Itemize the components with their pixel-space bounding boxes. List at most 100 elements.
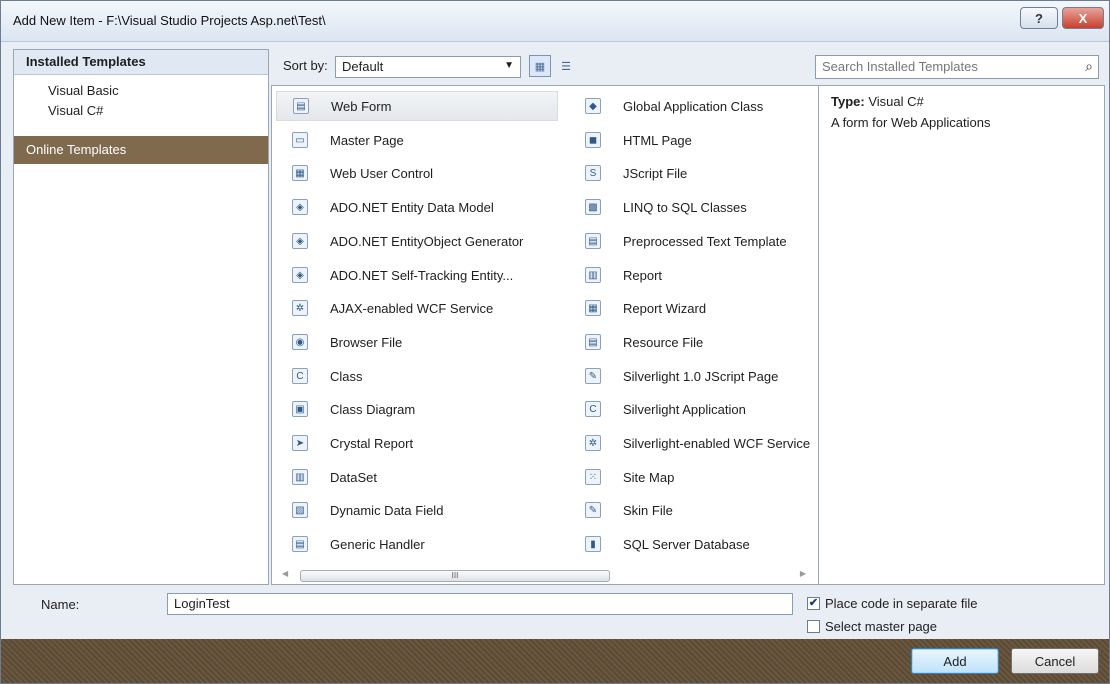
template-label: Generic Handler — [330, 536, 425, 552]
template-label: Master Page — [330, 132, 404, 148]
template-item[interactable]: ◆ Global Application Class — [569, 91, 851, 121]
template-item[interactable]: ▥ Report — [569, 260, 851, 290]
template-item[interactable]: ▦ Web User Control — [276, 158, 558, 188]
template-label: Silverlight Application — [623, 401, 746, 417]
sidebar-item-visual-csharp[interactable]: Visual C# — [14, 101, 268, 121]
template-item[interactable]: ▧ Dynamic Data Field — [276, 495, 558, 525]
dynamic-data-field-icon: ▧ — [292, 502, 308, 518]
search-icon[interactable]: ⌕ — [1085, 58, 1093, 75]
sort-toolbar: Sort by: Default ▼ ▦ ☰ — [271, 49, 811, 85]
search-input[interactable]: Search Installed Templates ⌕ — [815, 55, 1099, 79]
report-wizard-icon: ▦ — [585, 300, 601, 316]
template-label: Preprocessed Text Template — [623, 233, 787, 249]
template-item[interactable]: ◈ ADO.NET EntityObject Generator — [276, 226, 558, 256]
template-item[interactable]: ▥ DataSet — [276, 462, 558, 492]
site-map-icon: ⁙ — [585, 469, 601, 485]
template-item[interactable]: C Silverlight Application — [569, 394, 851, 424]
template-item[interactable]: ▣ Class Diagram — [276, 394, 558, 424]
add-button[interactable]: Add — [911, 648, 999, 674]
name-area: Name: LoginTest ✔ Place code in separate… — [1, 587, 1109, 639]
list-view-button[interactable]: ☰ — [555, 55, 577, 77]
template-label: JScript File — [623, 165, 688, 181]
template-item[interactable]: ✎ Silverlight 1.0 JScript Page — [569, 361, 851, 391]
template-label: Resource File — [623, 334, 704, 350]
wcf-service-icon: ✲ — [292, 300, 308, 316]
template-item[interactable]: ▮ SQL Server Database — [569, 529, 851, 559]
dataset-icon: ▥ — [292, 469, 308, 485]
template-label: Silverlight-enabled WCF Service — [623, 435, 811, 451]
type-row: Type: Visual C# — [831, 94, 1092, 109]
crystal-report-icon: ➤ — [292, 435, 308, 451]
installed-templates-header[interactable]: Installed Templates — [14, 50, 268, 75]
template-label: ADO.NET EntityObject Generator — [330, 233, 524, 249]
template-item[interactable]: ▦ Report Wizard — [569, 293, 851, 323]
close-button[interactable]: X — [1062, 7, 1104, 29]
window-title: Add New Item - F:\Visual Studio Projects… — [13, 13, 326, 28]
horizontal-scrollbar[interactable]: ◀ III ▶ — [280, 569, 808, 583]
template-label: Crystal Report — [330, 435, 414, 451]
master-page-checkbox[interactable] — [807, 620, 820, 633]
template-item[interactable]: ▤ Preprocessed Text Template — [569, 226, 851, 256]
template-label: Browser File — [330, 334, 403, 350]
template-item[interactable]: ▤ Web Form — [276, 91, 558, 121]
master-page-icon: ▭ — [292, 132, 308, 148]
master-page-option[interactable]: Select master page — [807, 619, 937, 634]
template-item[interactable]: S JScript File — [569, 158, 851, 188]
online-templates-header[interactable]: Online Templates — [14, 136, 268, 164]
help-button[interactable]: ? — [1020, 7, 1058, 29]
scrollbar-thumb[interactable]: III — [300, 570, 610, 582]
template-item[interactable]: ◉ Browser File — [276, 327, 558, 357]
silverlight-jscript-icon: ✎ — [585, 368, 601, 384]
jscript-file-icon: S — [585, 165, 601, 181]
template-label: ADO.NET Self-Tracking Entity... — [330, 267, 514, 283]
sidebar-item-visual-basic[interactable]: Visual Basic — [14, 81, 268, 101]
silverlight-application-icon: C — [585, 401, 601, 417]
template-label: Site Map — [623, 469, 675, 485]
template-item[interactable]: ▭ Master Page — [276, 125, 558, 155]
template-label: Web Form — [331, 98, 392, 114]
type-label: Type: — [831, 94, 865, 109]
search-placeholder: Search Installed Templates — [822, 59, 978, 74]
list-view-icon: ☰ — [561, 60, 571, 73]
template-item[interactable]: ➤ Crystal Report — [276, 428, 558, 458]
cancel-button[interactable]: Cancel — [1011, 648, 1099, 674]
template-label: Silverlight 1.0 JScript Page — [623, 368, 779, 384]
entity-data-model-icon: ◈ — [292, 199, 308, 215]
template-item[interactable]: ▤ Generic Handler — [276, 529, 558, 559]
sort-label: Sort by: — [283, 58, 328, 73]
template-item[interactable]: ⁙ Site Map — [569, 462, 851, 492]
close-icon: X — [1078, 10, 1088, 26]
help-icon: ? — [1035, 10, 1043, 26]
sort-select[interactable]: Default ▼ — [335, 56, 521, 78]
template-item[interactable]: ▤ Resource File — [569, 327, 851, 357]
entity-generator-icon: ◈ — [292, 233, 308, 249]
template-item[interactable]: ✎ Skin File — [569, 495, 851, 525]
scroll-left-icon[interactable]: ◀ — [282, 569, 288, 578]
name-field[interactable]: LoginTest — [167, 593, 793, 615]
global-application-class-icon: ◆ — [585, 98, 601, 114]
html-page-icon: ◼ — [585, 132, 601, 148]
code-separate-option[interactable]: ✔ Place code in separate file — [807, 596, 977, 611]
generic-handler-icon: ▤ — [292, 536, 308, 552]
code-separate-checkbox[interactable]: ✔ — [807, 597, 820, 610]
template-item[interactable]: C Class — [276, 361, 558, 391]
template-label: Class — [330, 368, 363, 384]
template-label: Web User Control — [330, 165, 434, 181]
template-item[interactable]: ◼ HTML Page — [569, 125, 851, 155]
template-label: Report — [623, 267, 663, 283]
grid-view-icon: ▦ — [534, 60, 546, 73]
chevron-down-icon: ▼ — [504, 60, 514, 71]
add-new-item-dialog: Add New Item - F:\Visual Studio Projects… — [0, 0, 1110, 684]
template-item[interactable]: ◈ ADO.NET Entity Data Model — [276, 192, 558, 222]
medium-icons-view-button[interactable]: ▦ — [529, 55, 551, 77]
text-template-icon: ▤ — [585, 233, 601, 249]
scroll-right-icon[interactable]: ▶ — [800, 569, 806, 578]
template-item[interactable]: ✲ Silverlight-enabled WCF Service — [569, 428, 851, 458]
template-item[interactable]: ▩ LINQ to SQL Classes — [569, 192, 851, 222]
template-item[interactable]: ✲ AJAX-enabled WCF Service — [276, 293, 558, 323]
linq-to-sql-icon: ▩ — [585, 199, 601, 215]
report-icon: ▥ — [585, 267, 601, 283]
template-description: A form for Web Applications — [831, 115, 991, 130]
silverlight-wcf-icon: ✲ — [585, 435, 601, 451]
template-item[interactable]: ◈ ADO.NET Self-Tracking Entity... — [276, 260, 558, 290]
